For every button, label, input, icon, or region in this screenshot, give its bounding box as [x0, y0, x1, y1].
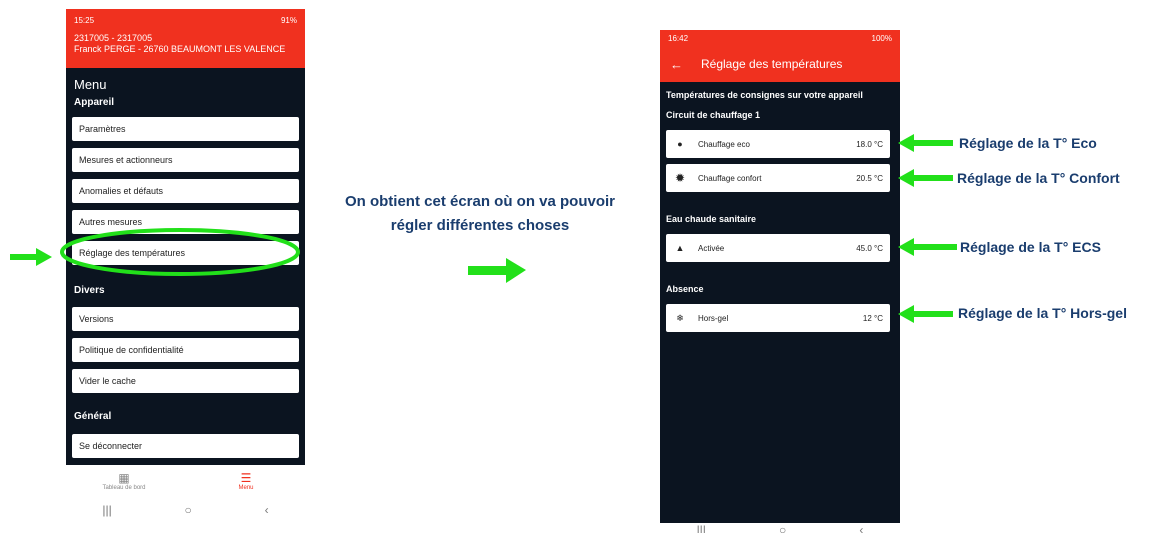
highlight-annotation [10, 228, 300, 276]
setting-hors-gel[interactable]: ❄ Hors-gel 12 °C [666, 304, 890, 332]
status-bar: 15:25 91% [66, 9, 305, 31]
arrow-horsgel-head [898, 305, 914, 323]
menu-item-deconnecter[interactable]: Se déconnecter [72, 434, 299, 458]
android-nav-bar: ||| ○ ‹ [660, 523, 900, 533]
back-nav-icon[interactable]: ‹ [265, 503, 269, 517]
left-arrow-head [36, 248, 52, 266]
arrow-ecs [898, 238, 957, 256]
tab-dashboard-label: Tableau de bord [102, 485, 146, 491]
tab-menu-label: Menu [238, 485, 254, 491]
center-arrow-head [506, 258, 526, 283]
label-ecs: Réglage de la T° ECS [960, 239, 1101, 255]
horsgel-label: Hors-gel [698, 313, 729, 323]
section-appareil: Appareil [74, 97, 115, 108]
section-general: Général [74, 411, 112, 422]
menu-item-versions[interactable]: Versions [72, 307, 299, 331]
label-horsgel: Réglage de la T° Hors-gel [958, 305, 1127, 321]
snowflake-warning-icon: ❄ [676, 312, 684, 323]
setting-chauffage-confort[interactable]: ✹ Chauffage confort 20.5 °C [666, 164, 890, 192]
dashboard-icon: ▦ [118, 471, 130, 485]
section-circuit: Circuit de chauffage 1 [666, 110, 761, 120]
chauffage-confort-value: 20.5 °C [856, 173, 883, 183]
left-arrow-shaft [10, 254, 38, 260]
setting-chauffage-eco[interactable]: ● Chauffage eco 18.0 °C [666, 130, 890, 158]
moon-icon: ● [677, 139, 683, 149]
status-time: 16:42 [668, 33, 689, 43]
label-eco: Réglage de la T° Eco [959, 135, 1097, 151]
arrow-confort-shaft [913, 175, 953, 181]
horsgel-value: 12 °C [862, 313, 883, 323]
sun-icon: ✹ [674, 171, 686, 185]
battery-level: 91% [280, 15, 297, 25]
recent-apps-icon[interactable]: ||| [697, 523, 706, 533]
account-id: 2317005 - 2317005 [74, 33, 153, 43]
menu-title: Menu [74, 77, 107, 92]
back-arrow-icon[interactable]: ← [670, 57, 683, 72]
highlight-ellipse [60, 228, 300, 276]
home-icon[interactable]: ○ [779, 523, 786, 533]
chauffage-eco-value: 18.0 °C [856, 139, 883, 149]
status-time: 15:25 [74, 15, 95, 25]
label-confort: Réglage de la T° Confort [957, 170, 1120, 186]
arrow-ecs-head [898, 238, 914, 256]
battery-level: 100% [871, 33, 892, 43]
chauffage-confort-label: Chauffage confort [698, 173, 762, 183]
app-bar: ← Réglage des températures [660, 46, 900, 82]
center-arrow [468, 258, 526, 283]
section-ecs: Eau chaude sanitaire [666, 214, 757, 224]
arrow-eco-shaft [913, 140, 953, 146]
tab-menu[interactable]: ☰ Menu [206, 471, 286, 491]
faucet-icon: ▲ [675, 243, 685, 253]
center-arrow-shaft [468, 266, 508, 275]
setting-ecs[interactable]: ▲ Activée 45.0 °C [666, 234, 890, 262]
arrow-confort [898, 169, 953, 187]
menu-item-parametres[interactable]: Paramètres [72, 117, 299, 141]
back-nav-icon[interactable]: ‹ [859, 523, 863, 533]
intro-text: Températures de consignes sur votre appa… [666, 90, 863, 100]
arrow-horsgel-shaft [913, 311, 953, 317]
home-icon[interactable]: ○ [185, 503, 192, 517]
hamburger-icon: ☰ [240, 471, 252, 485]
arrow-ecs-shaft [913, 244, 957, 250]
section-absence: Absence [666, 284, 704, 294]
chauffage-eco-label: Chauffage eco [698, 139, 750, 149]
menu-item-confidentialite[interactable]: Politique de confidentialité [72, 338, 299, 362]
tab-dashboard[interactable]: ▦ Tableau de bord [84, 471, 164, 491]
android-nav-bar: ||| ○ ‹ [66, 503, 305, 517]
center-caption: On obtient cet écran où on va pouvoir ré… [344, 193, 616, 234]
phone-temperature-screen: 16:42 100% ← Réglage des températures Te… [660, 30, 900, 533]
arrow-eco-head [898, 134, 914, 152]
arrow-eco [898, 134, 953, 152]
account-header: 2317005 - 2317005 Franck PERGE - 26760 B… [66, 31, 305, 68]
menu-item-mesures[interactable]: Mesures et actionneurs [72, 148, 299, 172]
page-title: Réglage des températures [701, 57, 843, 71]
ecs-label: Activée [698, 243, 725, 253]
status-bar: 16:42 100% [660, 30, 900, 46]
menu-item-vider-cache[interactable]: Vider le cache [72, 369, 299, 393]
bottom-tab-bar: ▦ Tableau de bord ☰ Menu ||| ○ ‹ [66, 465, 305, 523]
stage: 15:25 91% 2317005 - 2317005 Franck PERGE… [0, 0, 1172, 533]
recent-apps-icon[interactable]: ||| [102, 503, 111, 517]
account-owner: Franck PERGE - 26760 BEAUMONT LES VALENC… [74, 44, 286, 54]
ecs-value: 45.0 °C [856, 243, 883, 253]
arrow-horsgel [898, 305, 953, 323]
arrow-confort-head [898, 169, 914, 187]
menu-item-anomalies[interactable]: Anomalies et défauts [72, 179, 299, 203]
